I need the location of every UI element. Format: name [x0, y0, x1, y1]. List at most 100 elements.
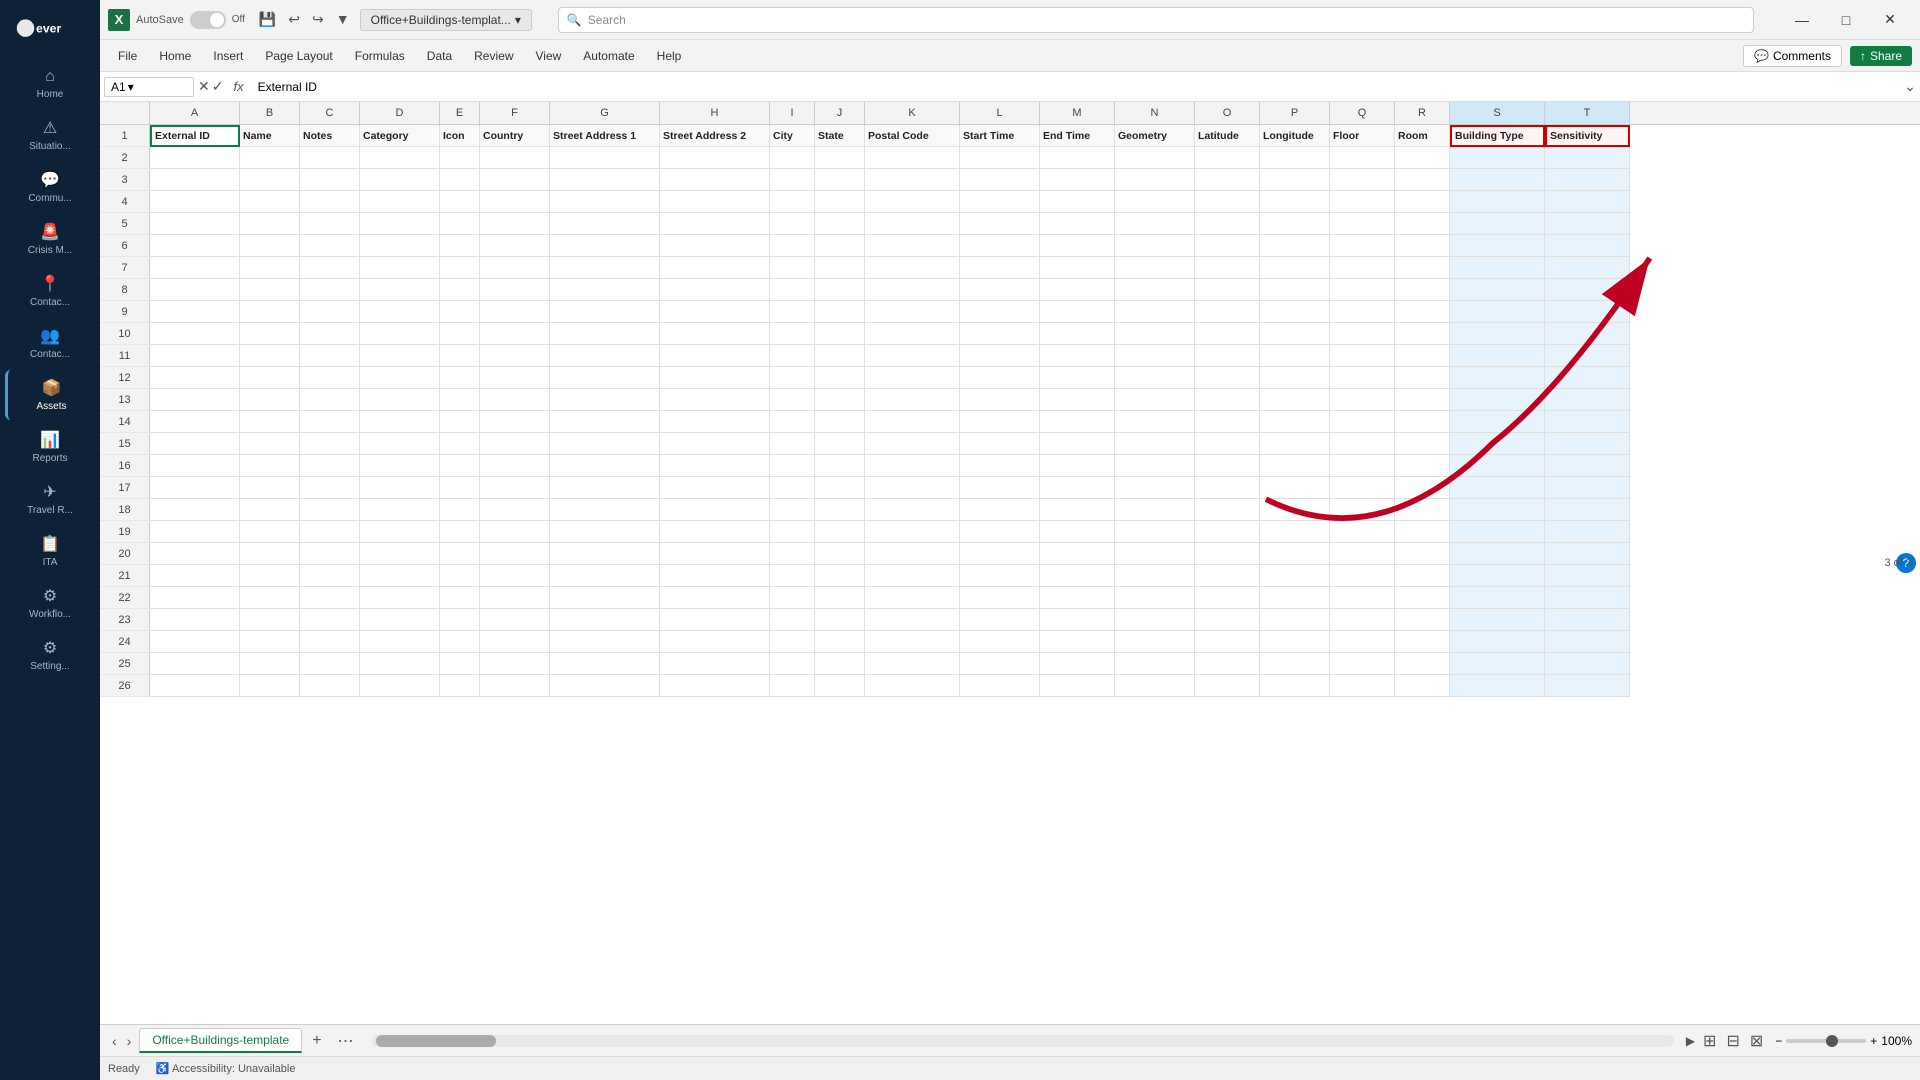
menu-item-data[interactable]: Data	[417, 45, 462, 67]
cell-9-F[interactable]	[480, 301, 550, 323]
cell-24-T[interactable]	[1545, 631, 1630, 653]
cell-10-Q[interactable]	[1330, 323, 1395, 345]
cell-21-T[interactable]	[1545, 565, 1630, 587]
cell-18-O[interactable]	[1195, 499, 1260, 521]
cell-16-A[interactable]	[150, 455, 240, 477]
cell-9-G[interactable]	[550, 301, 660, 323]
cell-9-T[interactable]	[1545, 301, 1630, 323]
cell-7-J[interactable]	[815, 257, 865, 279]
cell-8-B[interactable]	[240, 279, 300, 301]
cell-13-R[interactable]	[1395, 389, 1450, 411]
col-header-E[interactable]: E	[440, 102, 480, 124]
cell-26-N[interactable]	[1115, 675, 1195, 697]
cell-23-N[interactable]	[1115, 609, 1195, 631]
cell-11-A[interactable]	[150, 345, 240, 367]
cell-8-A[interactable]	[150, 279, 240, 301]
cell-21-P[interactable]	[1260, 565, 1330, 587]
cell-7-B[interactable]	[240, 257, 300, 279]
cell-25-I[interactable]	[770, 653, 815, 675]
cell-15-C[interactable]	[300, 433, 360, 455]
cell-18-Q[interactable]	[1330, 499, 1395, 521]
cell-10-F[interactable]	[480, 323, 550, 345]
cell-19-C[interactable]	[300, 521, 360, 543]
cell-21-M[interactable]	[1040, 565, 1115, 587]
cell-19-J[interactable]	[815, 521, 865, 543]
cell-17-K[interactable]	[865, 477, 960, 499]
cell-12-H[interactable]	[660, 367, 770, 389]
cell-23-Q[interactable]	[1330, 609, 1395, 631]
cell-2-D[interactable]	[360, 147, 440, 169]
cell-12-B[interactable]	[240, 367, 300, 389]
cell-21-S[interactable]	[1450, 565, 1545, 587]
cell-4-K[interactable]	[865, 191, 960, 213]
cell-5-B[interactable]	[240, 213, 300, 235]
cell-4-M[interactable]	[1040, 191, 1115, 213]
cell-3-I[interactable]	[770, 169, 815, 191]
cell-21-L[interactable]	[960, 565, 1040, 587]
col-header-Q[interactable]: Q	[1330, 102, 1395, 124]
cell-1-G[interactable]: Street Address 1	[550, 125, 660, 147]
cell-10-D[interactable]	[360, 323, 440, 345]
cell-6-L[interactable]	[960, 235, 1040, 257]
cell-23-D[interactable]	[360, 609, 440, 631]
cell-26-F[interactable]	[480, 675, 550, 697]
cell-17-M[interactable]	[1040, 477, 1115, 499]
cell-22-O[interactable]	[1195, 587, 1260, 609]
cell-6-S[interactable]	[1450, 235, 1545, 257]
cell-23-S[interactable]	[1450, 609, 1545, 631]
cell-5-L[interactable]	[960, 213, 1040, 235]
cell-25-S[interactable]	[1450, 653, 1545, 675]
cell-3-D[interactable]	[360, 169, 440, 191]
cell-22-R[interactable]	[1395, 587, 1450, 609]
cell-24-A[interactable]	[150, 631, 240, 653]
cell-13-P[interactable]	[1260, 389, 1330, 411]
cell-15-P[interactable]	[1260, 433, 1330, 455]
cell-24-K[interactable]	[865, 631, 960, 653]
cell-1-H[interactable]: Street Address 2	[660, 125, 770, 147]
normal-view-icon[interactable]: ⊞	[1699, 1029, 1720, 1053]
cell-24-I[interactable]	[770, 631, 815, 653]
cell-17-N[interactable]	[1115, 477, 1195, 499]
cell-15-R[interactable]	[1395, 433, 1450, 455]
cell-2-K[interactable]	[865, 147, 960, 169]
cell-5-G[interactable]	[550, 213, 660, 235]
cell-26-A[interactable]	[150, 675, 240, 697]
cell-17-D[interactable]	[360, 477, 440, 499]
cell-15-H[interactable]	[660, 433, 770, 455]
cell-13-T[interactable]	[1545, 389, 1630, 411]
menu-item-formulas[interactable]: Formulas	[345, 45, 415, 67]
cell-19-E[interactable]	[440, 521, 480, 543]
cell-2-I[interactable]	[770, 147, 815, 169]
cell-15-A[interactable]	[150, 433, 240, 455]
cell-20-M[interactable]	[1040, 543, 1115, 565]
cell-1-J[interactable]: State	[815, 125, 865, 147]
zoom-out-icon[interactable]: −	[1775, 1034, 1782, 1048]
cell-24-C[interactable]	[300, 631, 360, 653]
sheet-nav-next[interactable]: ›	[123, 1031, 136, 1051]
cell-3-P[interactable]	[1260, 169, 1330, 191]
add-sheet-button[interactable]: +	[306, 1030, 327, 1052]
cell-15-I[interactable]	[770, 433, 815, 455]
cell-23-O[interactable]	[1195, 609, 1260, 631]
cell-11-E[interactable]	[440, 345, 480, 367]
cell-25-F[interactable]	[480, 653, 550, 675]
cell-19-G[interactable]	[550, 521, 660, 543]
cell-6-D[interactable]	[360, 235, 440, 257]
cell-6-C[interactable]	[300, 235, 360, 257]
cell-23-M[interactable]	[1040, 609, 1115, 631]
cell-3-O[interactable]	[1195, 169, 1260, 191]
cell-6-O[interactable]	[1195, 235, 1260, 257]
col-header-K[interactable]: K	[865, 102, 960, 124]
cell-11-H[interactable]	[660, 345, 770, 367]
cell-10-C[interactable]	[300, 323, 360, 345]
cell-23-B[interactable]	[240, 609, 300, 631]
cell-8-O[interactable]	[1195, 279, 1260, 301]
col-header-H[interactable]: H	[660, 102, 770, 124]
cell-20-J[interactable]	[815, 543, 865, 565]
cell-25-L[interactable]	[960, 653, 1040, 675]
cell-2-L[interactable]	[960, 147, 1040, 169]
sidebar-item-commu[interactable]: 💬 Commu...	[5, 162, 95, 212]
cell-19-R[interactable]	[1395, 521, 1450, 543]
cell-5-A[interactable]	[150, 213, 240, 235]
cell-1-P[interactable]: Longitude	[1260, 125, 1330, 147]
